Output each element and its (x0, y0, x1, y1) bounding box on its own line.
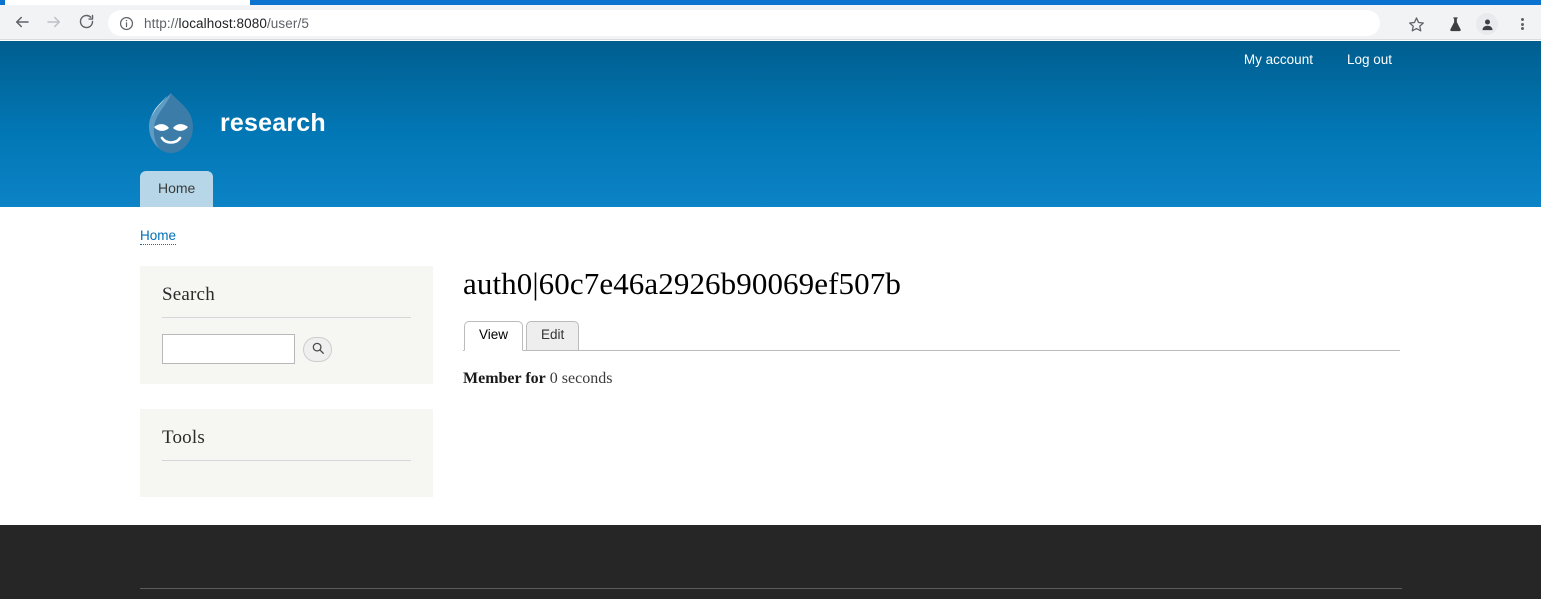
tools-block-title: Tools (162, 427, 205, 448)
tools-block: Tools (140, 409, 433, 497)
sidebar-first: Search Tools (140, 266, 433, 522)
page-body: Home Search Tools auth0|60c7e46a2926b900… (0, 207, 1541, 525)
footer-divider (140, 588, 1402, 589)
three-dot-menu-icon[interactable] (1511, 13, 1533, 35)
main-navigation: Home (140, 171, 214, 207)
main-content: auth0|60c7e46a2926b90069ef507b View Edit… (463, 266, 1403, 388)
nav-item-home[interactable]: Home (140, 171, 214, 207)
list-item: View (464, 321, 524, 351)
block-divider (162, 460, 411, 461)
site-branding[interactable]: research (140, 89, 326, 157)
menu-dots (1520, 17, 1524, 32)
member-for-field: Member for 0 seconds (463, 370, 1403, 388)
url-host: localhost:8080 (178, 15, 267, 31)
bookmark-star-icon[interactable] (1405, 13, 1427, 35)
forward-button[interactable] (42, 12, 66, 36)
search-block-title: Search (162, 284, 215, 305)
local-tasks-tabs: View Edit (463, 321, 1400, 351)
search-block: Search (140, 266, 433, 384)
tab-view[interactable]: View (464, 321, 524, 351)
secondary-menu: My account Log out (1240, 50, 1396, 69)
my-account-link[interactable]: My account (1240, 50, 1317, 69)
breadcrumb-item-home[interactable]: Home (140, 228, 177, 245)
search-form (162, 334, 411, 364)
reload-icon (78, 13, 95, 35)
address-bar-url: http://localhost:8080/user/5 (144, 16, 309, 31)
site-footer (0, 525, 1541, 599)
member-for-label: Member for (463, 369, 546, 387)
site-name: research (220, 108, 326, 137)
site-info-icon[interactable] (118, 15, 134, 31)
search-input[interactable] (162, 334, 295, 364)
back-button[interactable] (10, 12, 34, 36)
url-path: /user/5 (266, 15, 309, 31)
tab-edit[interactable]: Edit (526, 321, 580, 351)
arrow-right-icon (45, 13, 63, 36)
browser-toolbar: http://localhost:8080/user/5 (0, 5, 1541, 40)
profile-avatar-icon[interactable] (1476, 13, 1498, 35)
search-magnifier-icon (311, 341, 325, 358)
page-title: auth0|60c7e46a2926b90069ef507b (463, 266, 901, 301)
site-header: My account Log out research Home (0, 41, 1541, 207)
experiments-flask-icon[interactable] (1444, 13, 1466, 35)
local-tasks-list: View Edit (464, 321, 582, 351)
list-item: Edit (526, 321, 580, 351)
arrow-left-icon (13, 13, 31, 36)
search-submit-button[interactable] (303, 336, 332, 362)
url-scheme: http:// (144, 15, 179, 31)
address-bar[interactable]: http://localhost:8080/user/5 (108, 10, 1380, 36)
member-for-value: 0 seconds (549, 369, 613, 387)
reload-button[interactable] (74, 12, 98, 36)
block-divider (162, 317, 411, 318)
breadcrumb: Home (140, 228, 177, 245)
drupal-droplet-logo (140, 89, 202, 157)
log-out-link[interactable]: Log out (1343, 50, 1396, 69)
